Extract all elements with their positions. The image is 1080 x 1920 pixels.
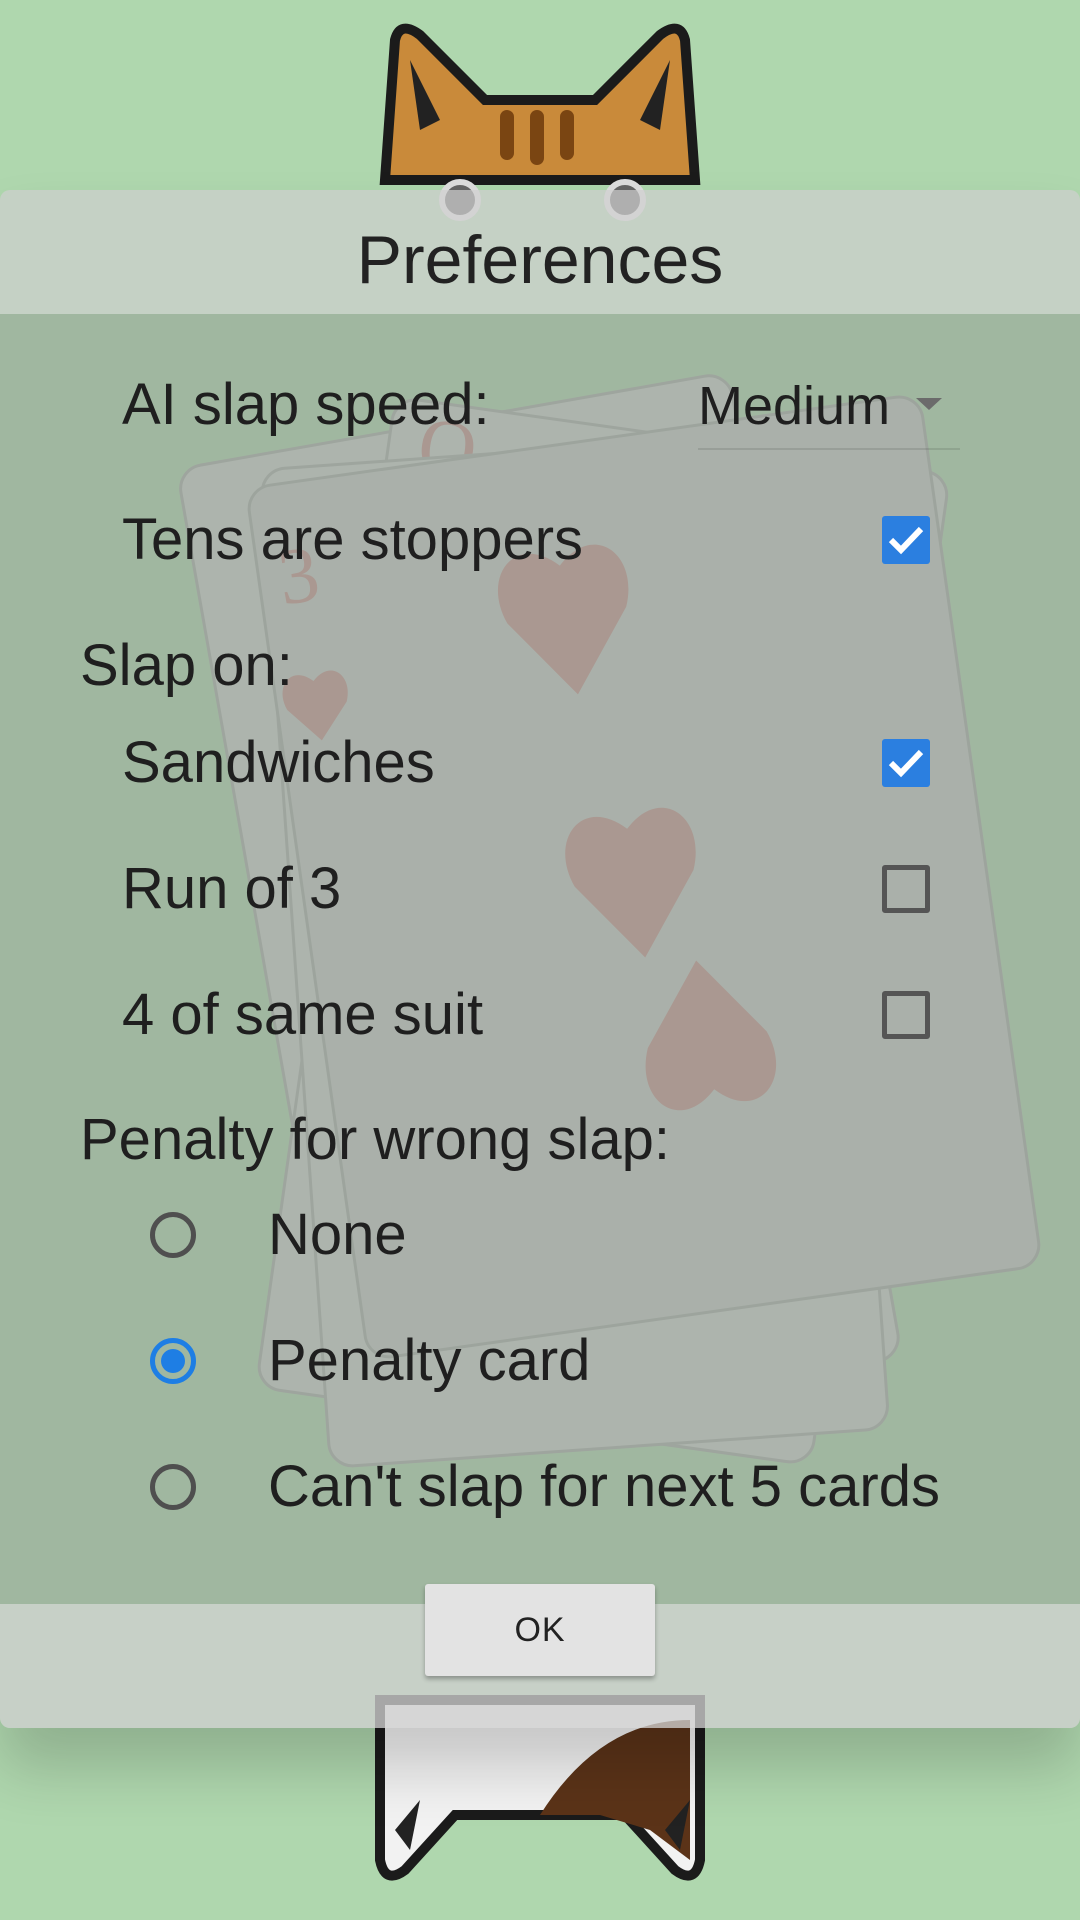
four-same-suit-label: 4 of same suit bbox=[122, 982, 484, 1047]
penalty-card-radio[interactable] bbox=[150, 1338, 196, 1384]
ai-slap-speed-dropdown[interactable]: Medium bbox=[698, 364, 960, 450]
slap-on-heading: Slap on: bbox=[80, 633, 293, 698]
dialog-header: Preferences bbox=[0, 190, 1080, 314]
preferences-dialog: Preferences AI slap speed: Medium Tens a… bbox=[0, 190, 1080, 1728]
checkmark-icon bbox=[888, 526, 924, 555]
checkmark-icon bbox=[888, 749, 924, 778]
dropdown-arrow-icon bbox=[916, 398, 942, 410]
penalty-heading: Penalty for wrong slap: bbox=[80, 1107, 670, 1172]
run-of-3-checkbox[interactable] bbox=[882, 865, 930, 913]
tens-are-stoppers-label: Tens are stoppers bbox=[122, 507, 584, 572]
run-of-3-label: Run of 3 bbox=[122, 856, 342, 921]
penalty-card-label[interactable]: Penalty card bbox=[268, 1326, 590, 1396]
penalty-none-radio[interactable] bbox=[150, 1212, 196, 1258]
dialog-title: Preferences bbox=[356, 222, 724, 298]
penalty-none-label[interactable]: None bbox=[268, 1200, 407, 1270]
radio-selected-dot bbox=[161, 1349, 185, 1373]
sandwiches-checkbox[interactable] bbox=[882, 739, 930, 787]
ai-slap-speed-label: AI slap speed: bbox=[122, 372, 490, 437]
ok-button[interactable]: OK bbox=[425, 1584, 655, 1676]
penalty-skip-label[interactable]: Can't slap for next 5 cards bbox=[268, 1452, 940, 1522]
tens-are-stoppers-checkbox[interactable] bbox=[882, 516, 930, 564]
dialog-footer: OK bbox=[0, 1584, 1080, 1728]
four-same-suit-checkbox[interactable] bbox=[882, 991, 930, 1039]
penalty-skip-radio[interactable] bbox=[150, 1464, 196, 1510]
dialog-body: AI slap speed: Medium Tens are stoppers … bbox=[0, 314, 1080, 1604]
ai-slap-speed-value: Medium bbox=[698, 376, 891, 436]
sandwiches-label: Sandwiches bbox=[122, 730, 435, 795]
